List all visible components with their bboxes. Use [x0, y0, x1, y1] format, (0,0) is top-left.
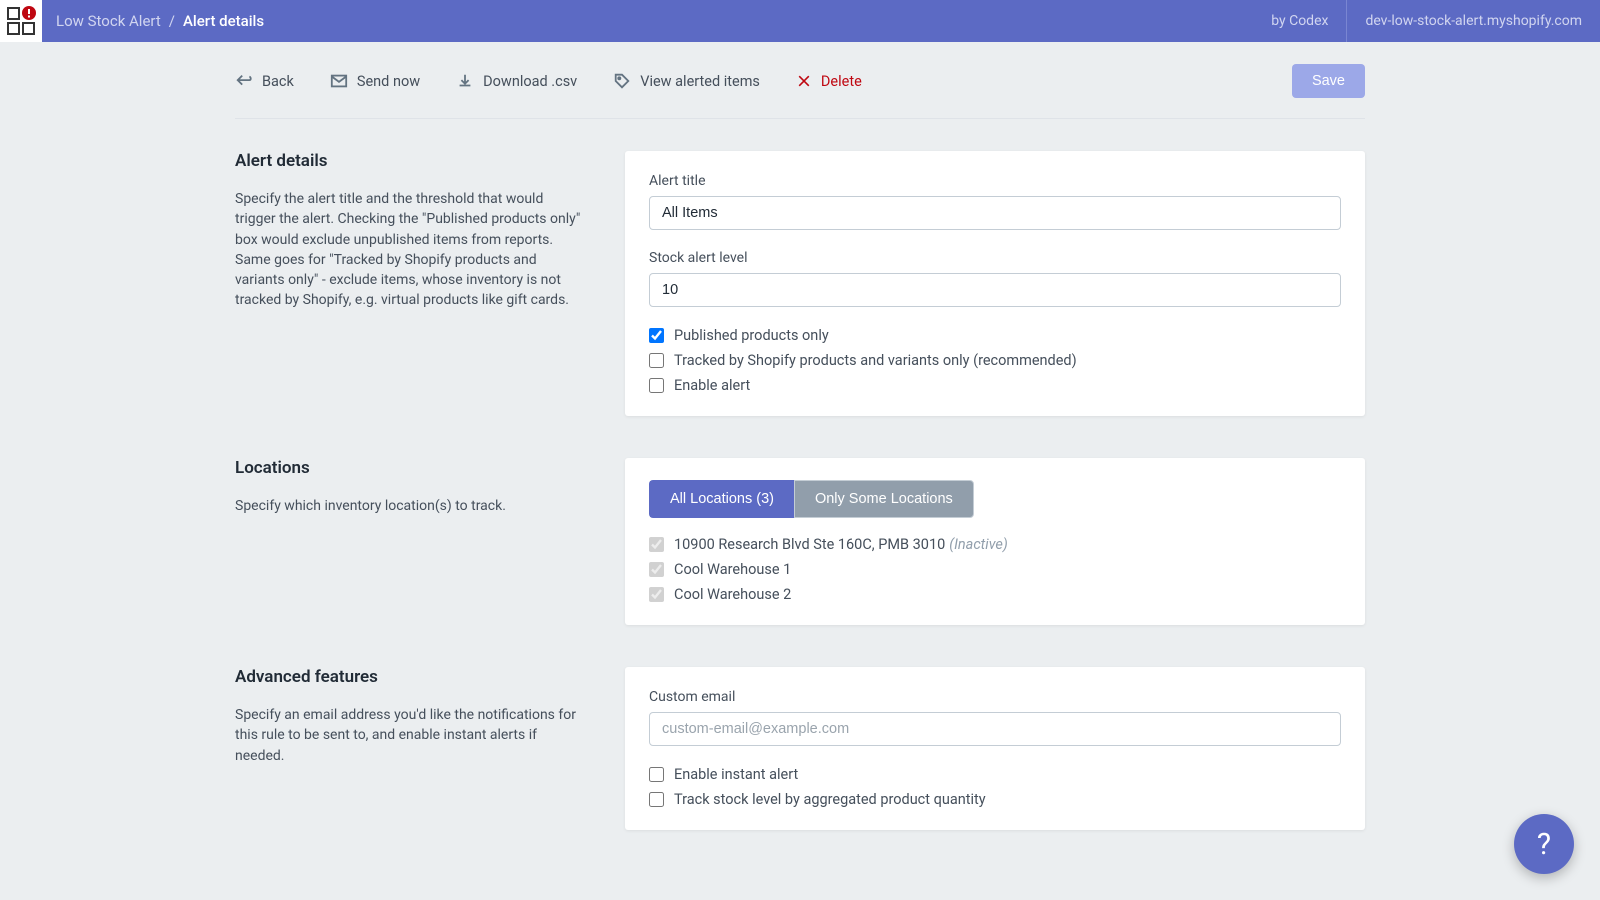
custom-email-input[interactable] [649, 712, 1341, 746]
aggregated-checkbox[interactable] [649, 792, 664, 807]
alert-details-card: Alert title Stock alert level Published … [625, 151, 1365, 416]
custom-email-label: Custom email [649, 689, 1341, 705]
send-now-label: Send now [357, 73, 420, 90]
published-only-checkbox[interactable] [649, 328, 664, 343]
locations-desc: Specify which inventory location(s) to t… [235, 496, 585, 516]
back-arrow-icon [235, 72, 253, 90]
back-label: Back [262, 73, 294, 90]
delete-button[interactable]: Delete [796, 73, 862, 90]
locations-seg-toggle: All Locations (3) Only Some Locations [649, 480, 1341, 518]
app-logo [0, 0, 42, 42]
page: Back Send now Download .csv View alerted… [235, 42, 1365, 872]
published-only-label: Published products only [674, 327, 829, 344]
breadcrumb: Low Stock Alert / Alert details [42, 12, 264, 30]
enable-alert-checkbox[interactable] [649, 378, 664, 393]
enable-alert-label: Enable alert [674, 377, 750, 394]
download-icon [456, 72, 474, 90]
locations-title: Locations [235, 458, 585, 478]
x-icon [796, 73, 812, 89]
mail-icon [330, 72, 348, 90]
tab-all-locations[interactable]: All Locations (3) [649, 480, 794, 518]
locations-aside: Locations Specify which inventory locati… [235, 458, 585, 667]
back-button[interactable]: Back [235, 72, 294, 90]
save-button[interactable]: Save [1292, 64, 1365, 98]
alert-details-title: Alert details [235, 151, 585, 171]
tag-icon [613, 72, 631, 90]
advanced-title: Advanced features [235, 667, 585, 687]
tracked-only-label: Tracked by Shopify products and variants… [674, 352, 1077, 369]
section-advanced: Advanced features Specify an email addre… [235, 667, 1365, 872]
location-label: Cool Warehouse 1 [674, 561, 791, 578]
boxes-icon [4, 4, 38, 38]
alert-title-input[interactable] [649, 196, 1341, 230]
locations-card: All Locations (3) Only Some Locations 10… [625, 458, 1365, 625]
advanced-card: Custom email Enable instant alert Track … [625, 667, 1365, 830]
tracked-only-checkbox[interactable] [649, 353, 664, 368]
instant-alert-checkbox[interactable] [649, 767, 664, 782]
by-codex-link[interactable]: by Codex [1253, 0, 1346, 42]
shop-link[interactable]: dev-low-stock-alert.myshopify.com [1346, 0, 1600, 42]
breadcrumb-current: Alert details [183, 12, 264, 30]
help-fab[interactable]: ? [1514, 814, 1574, 874]
alert-title-label: Alert title [649, 173, 1341, 189]
view-alerted-items-button[interactable]: View alerted items [613, 72, 760, 90]
section-locations: Locations Specify which inventory locati… [235, 458, 1365, 667]
topbar-right: by Codex dev-low-stock-alert.myshopify.c… [1253, 0, 1600, 42]
location-inactive-badge: (Inactive) [949, 536, 1008, 553]
location-checkbox [649, 537, 664, 552]
download-csv-button[interactable]: Download .csv [456, 72, 577, 90]
section-alert-details: Alert details Specify the alert title an… [235, 119, 1365, 458]
advanced-desc: Specify an email address you'd like the … [235, 705, 585, 766]
view-alerted-label: View alerted items [640, 73, 760, 90]
tab-some-locations[interactable]: Only Some Locations [794, 480, 974, 518]
breadcrumb-root[interactable]: Low Stock Alert [56, 12, 161, 30]
delete-label: Delete [821, 73, 862, 90]
location-checkbox [649, 562, 664, 577]
advanced-aside: Advanced features Specify an email addre… [235, 667, 585, 872]
aggregated-label: Track stock level by aggregated product … [674, 791, 986, 808]
alert-details-aside: Alert details Specify the alert title an… [235, 151, 585, 458]
topbar: Low Stock Alert / Alert details by Codex… [0, 0, 1600, 42]
download-csv-label: Download .csv [483, 73, 577, 90]
stock-level-label: Stock alert level [649, 250, 1341, 266]
toolbar: Back Send now Download .csv View alerted… [235, 42, 1365, 119]
location-checkbox [649, 587, 664, 602]
instant-alert-label: Enable instant alert [674, 766, 798, 783]
send-now-button[interactable]: Send now [330, 72, 420, 90]
breadcrumb-sep: / [169, 12, 175, 30]
alert-details-desc: Specify the alert title and the threshol… [235, 189, 585, 311]
location-label: 10900 Research Blvd Ste 160C, PMB 3010 [674, 536, 945, 553]
stock-level-input[interactable] [649, 273, 1341, 307]
location-label: Cool Warehouse 2 [674, 586, 791, 603]
